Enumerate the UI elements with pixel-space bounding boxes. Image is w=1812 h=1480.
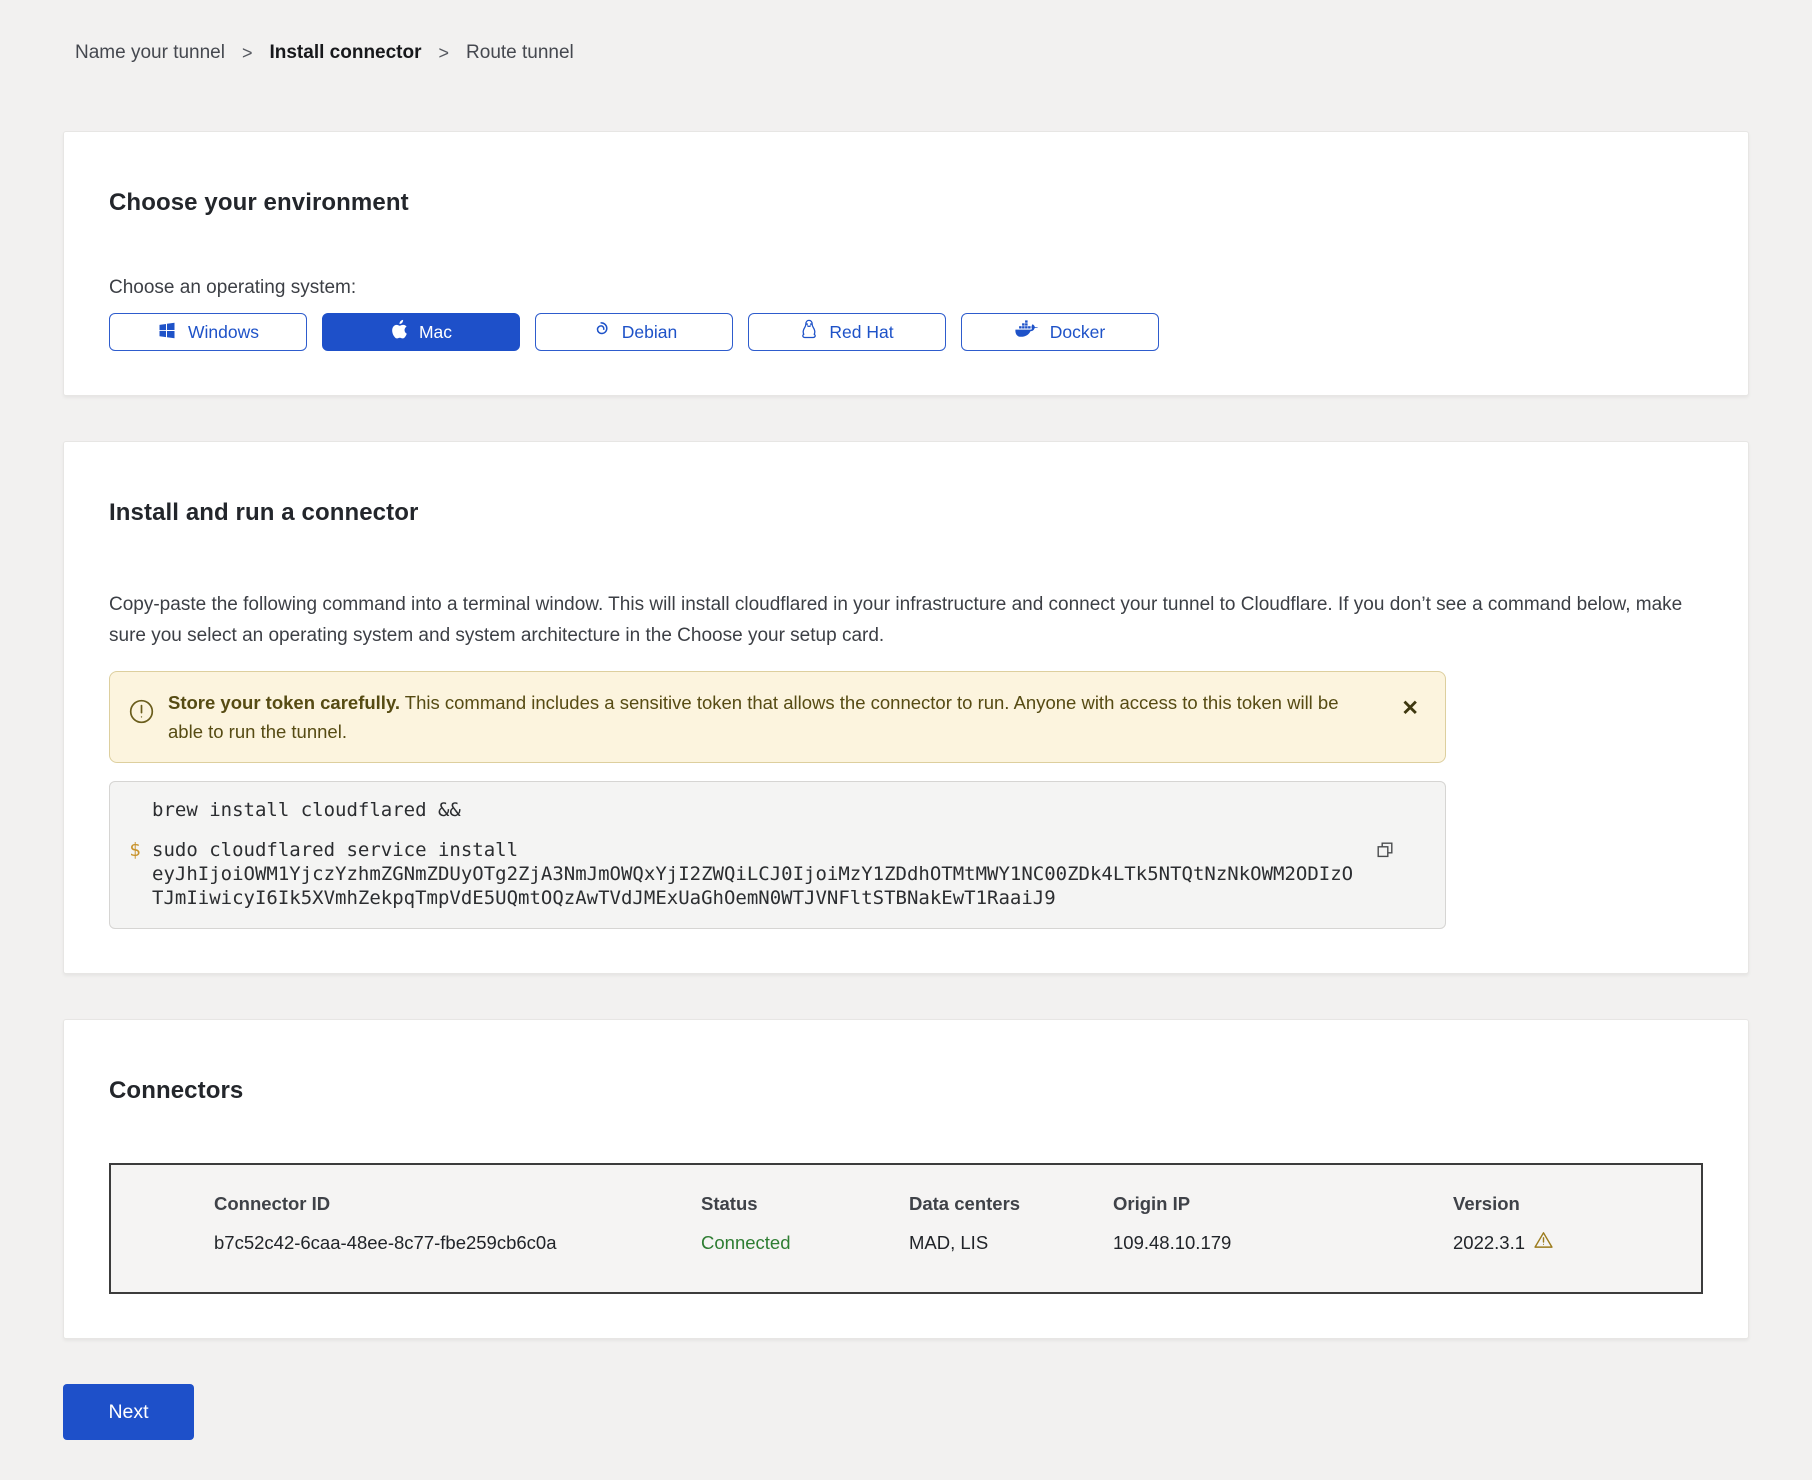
os-button-label: Docker (1050, 322, 1105, 343)
col-header-status: Status (701, 1193, 909, 1215)
connectors-card: Connectors Connector ID Status Data cent… (63, 1019, 1749, 1339)
code-line-brew: brew install cloudflared && (152, 798, 461, 822)
cell-status: Connected (701, 1232, 909, 1254)
command-code-block: brew install cloudflared && $ sudo cloud… (109, 781, 1446, 929)
cell-connector-id: b7c52c42-6caa-48ee-8c77-fbe259cb6c0a (214, 1232, 701, 1254)
breadcrumb-separator: > (439, 43, 450, 64)
code-line-sudo: sudo cloudflared service install (152, 838, 1355, 862)
breadcrumb: Name your tunnel > Install connector > R… (63, 42, 1749, 64)
breadcrumb-step-name-tunnel[interactable]: Name your tunnel (75, 42, 225, 64)
apple-icon (390, 319, 408, 345)
copy-icon[interactable] (1373, 838, 1397, 865)
breadcrumb-step-route-tunnel[interactable]: Route tunnel (466, 42, 574, 64)
col-header-origin-ip: Origin IP (1113, 1193, 1453, 1215)
os-button-group: Windows Mac Debian Red Hat (109, 313, 1703, 351)
breadcrumb-step-install-connector[interactable]: Install connector (269, 42, 421, 64)
warning-triangle-icon (1534, 1231, 1553, 1254)
table-header-row: Connector ID Status Data centers Origin … (214, 1193, 1701, 1215)
card-title-connectors: Connectors (109, 1075, 1703, 1107)
choose-environment-card: Choose your environment Choose an operat… (63, 131, 1749, 396)
os-button-docker[interactable]: Docker (961, 313, 1159, 351)
cell-version: 2022.3.1 (1453, 1231, 1701, 1254)
token-warning-banner: Store your token carefully. This command… (109, 671, 1446, 763)
page: Name your tunnel > Install connector > R… (0, 0, 1812, 1466)
os-select-label: Choose an operating system: (109, 277, 1703, 299)
install-connector-card: Install and run a connector Copy-paste t… (63, 441, 1749, 974)
os-button-debian[interactable]: Debian (535, 313, 733, 351)
connectors-table: Connector ID Status Data centers Origin … (109, 1163, 1703, 1294)
os-button-label: Debian (622, 322, 677, 343)
card-title-environment: Choose your environment (109, 187, 1703, 219)
shell-prompt: $ (118, 838, 152, 910)
cell-origin-ip: 109.48.10.179 (1113, 1232, 1453, 1254)
col-header-data-centers: Data centers (909, 1193, 1113, 1215)
alert-circle-icon (128, 698, 155, 733)
debian-icon (591, 320, 611, 345)
tunnel-token: eyJhIjoiOWM1YjczYzhmZGNmZDUyOTg2ZjA3NmJm… (152, 862, 1355, 910)
close-icon[interactable]: ✕ (1401, 698, 1419, 719)
os-button-label: Windows (188, 322, 259, 343)
windows-icon (157, 320, 177, 345)
cell-data-centers: MAD, LIS (909, 1232, 1113, 1254)
next-button[interactable]: Next (63, 1384, 194, 1440)
os-button-redhat[interactable]: Red Hat (748, 313, 946, 351)
install-description: Copy-paste the following command into a … (109, 589, 1703, 651)
version-value: 2022.3.1 (1453, 1232, 1525, 1254)
col-header-version: Version (1453, 1193, 1701, 1215)
tux-icon (800, 319, 818, 345)
col-header-connector-id: Connector ID (214, 1193, 701, 1215)
docker-icon (1015, 320, 1039, 344)
table-row: b7c52c42-6caa-48ee-8c77-fbe259cb6c0a Con… (214, 1231, 1701, 1254)
breadcrumb-separator: > (242, 43, 253, 64)
os-button-label: Mac (419, 322, 452, 343)
card-title-install: Install and run a connector (109, 497, 1703, 529)
os-button-mac[interactable]: Mac (322, 313, 520, 351)
warning-bold-text: Store your token carefully. (168, 692, 400, 713)
os-button-label: Red Hat (829, 322, 893, 343)
os-button-windows[interactable]: Windows (109, 313, 307, 351)
code-gutter (118, 798, 152, 822)
